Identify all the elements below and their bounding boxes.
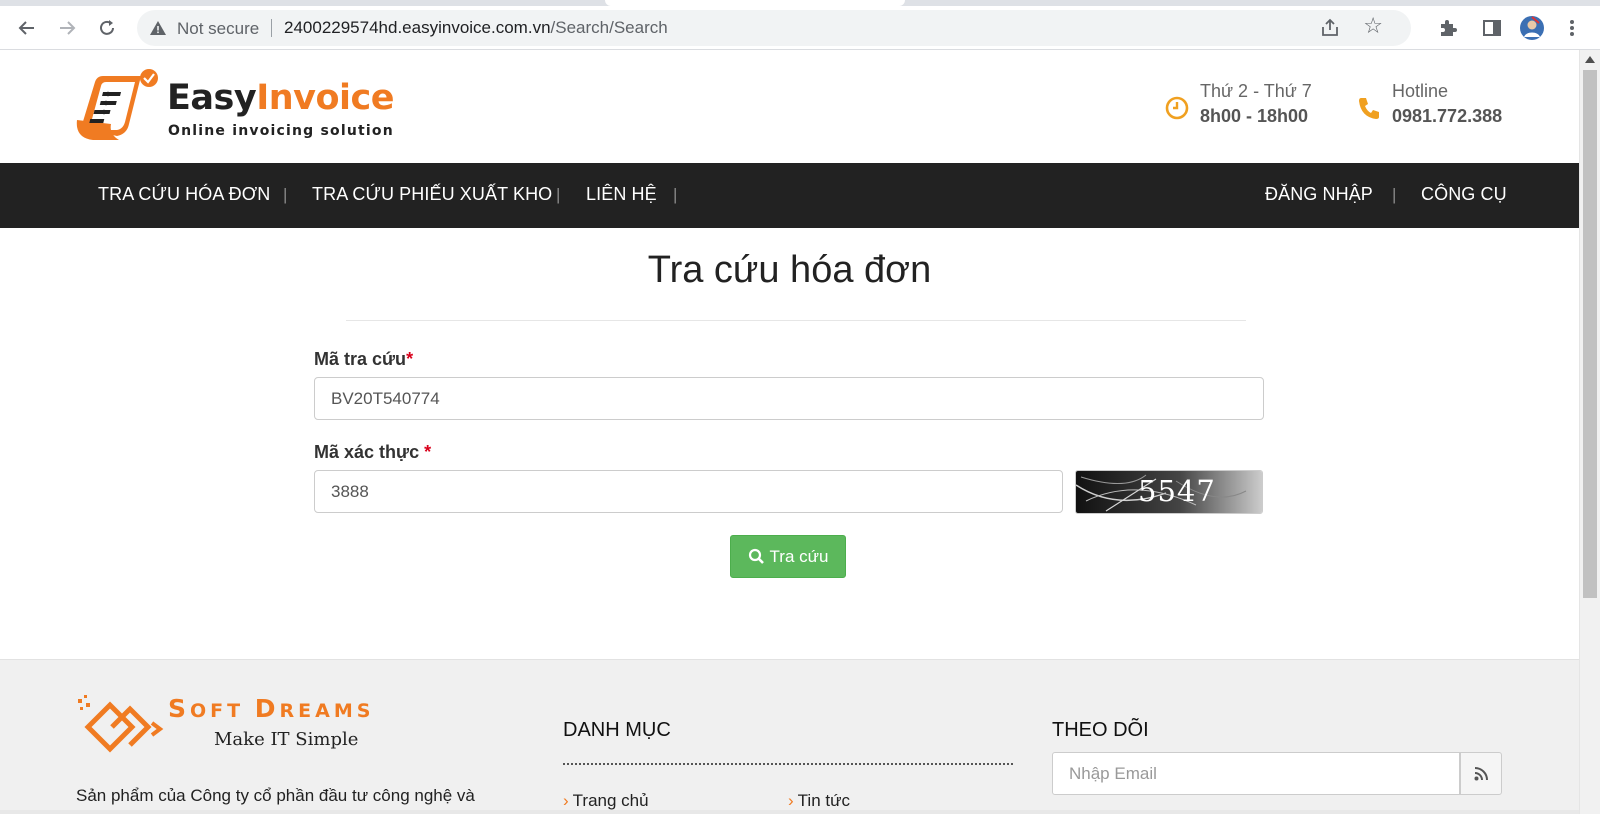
nav-separator: | — [556, 185, 561, 204]
hotline: Hotline 0981.772.388 — [1392, 79, 1502, 129]
nav-contact[interactable]: LIÊN HỆ — [586, 184, 657, 205]
follow-heading: THEO DÕI — [1052, 719, 1149, 741]
scroll-up-arrow-icon[interactable] — [1585, 56, 1595, 63]
search-icon — [748, 548, 764, 564]
forward-arrow-icon — [60, 21, 76, 35]
back-button[interactable] — [13, 14, 41, 42]
kebab-menu-icon — [1570, 20, 1574, 36]
nav-warehouse-lookup[interactable]: TRA CỨU PHIẾU XUẤT KHO — [312, 184, 552, 205]
brand-oft: OFT — [190, 700, 255, 722]
captcha-input[interactable]: 3888 — [314, 470, 1063, 513]
logo-tagline: Online invoicing solution — [168, 123, 394, 139]
logo-wordmark: EasyInvoice — [167, 78, 394, 118]
vertical-scrollbar[interactable] — [1579, 50, 1600, 814]
softdreams-logo-icon — [78, 695, 164, 753]
browser-menu-button[interactable] — [1558, 14, 1586, 42]
warning-triangle-icon — [150, 21, 166, 35]
captcha-label-text: Mã xác thực — [314, 442, 425, 462]
forward-button[interactable] — [53, 14, 81, 42]
category-divider — [563, 763, 1013, 765]
footer-link-news-label: Tin tức — [797, 791, 850, 810]
category-heading: DANH MỤC — [563, 719, 671, 741]
footer-link-home-label: Trang chủ — [572, 791, 649, 810]
url-host: 2400229574hd.easyinvoice.com.vn — [284, 18, 551, 37]
extensions-button[interactable] — [1434, 14, 1462, 42]
share-icon[interactable] — [1319, 18, 1341, 38]
newsletter-email-input[interactable]: Nhập Email — [1052, 752, 1460, 795]
hotline-label: Hotline — [1392, 81, 1449, 101]
working-hours: Thứ 2 - Thứ 7 8h00 - 18h00 — [1200, 79, 1312, 129]
search-button[interactable]: Tra cứu — [730, 535, 846, 578]
hours-value: 8h00 - 18h00 — [1200, 106, 1309, 126]
brand-s: S — [168, 694, 191, 723]
rss-icon — [1474, 766, 1488, 780]
nav-separator: | — [1392, 185, 1397, 204]
captcha-text: 5547 — [1138, 474, 1216, 508]
nav-separator: | — [283, 185, 288, 204]
phone-icon — [1359, 98, 1379, 119]
easyinvoice-logo[interactable]: EasyInvoice Online invoicing solution — [75, 68, 395, 144]
reload-button[interactable] — [93, 14, 121, 42]
softdreams-slogan: Make IT Simple — [214, 729, 359, 750]
brand-end: S — [356, 700, 375, 722]
lookup-code-label-text: Mã tra cứu — [314, 349, 407, 369]
hours-label: Thứ 2 - Thứ 7 — [1200, 81, 1312, 101]
address-bar[interactable]: Not secure 2400229574hd.easyinvoice.com.… — [137, 10, 1411, 46]
url-text[interactable]: 2400229574hd.easyinvoice.com.vn/Search/S… — [284, 18, 668, 38]
site-footer: SOFT DREAMS Make IT Simple Sản phẩm của … — [0, 659, 1579, 814]
reload-icon — [100, 20, 114, 35]
url-path: /Search/Search — [550, 18, 668, 37]
scrollbar-thumb[interactable] — [1583, 70, 1597, 598]
lookup-code-input[interactable]: BV20T540774 — [314, 377, 1264, 420]
footer-link-news[interactable]: › Tin tức — [788, 791, 850, 811]
footer-link-home[interactable]: › Trang chủ — [563, 791, 649, 811]
avatar-icon — [1520, 16, 1544, 40]
chevron-right-icon: › — [563, 791, 569, 810]
nav-invoice-lookup[interactable]: TRA CỨU HÓA ĐƠN — [98, 184, 270, 205]
company-description: Sản phẩm của Công ty cổ phần đầu tư công… — [76, 786, 475, 805]
back-arrow-icon — [18, 21, 34, 35]
side-panel-button[interactable] — [1478, 14, 1506, 42]
main-nav: TRA CỨU HÓA ĐƠN | TRA CỨU PHIẾU XUẤT KHO… — [0, 163, 1579, 228]
title-divider — [346, 320, 1246, 321]
nav-separator: | — [673, 185, 678, 204]
required-asterisk: * — [424, 442, 432, 462]
captcha-label: Mã xác thực * — [314, 442, 431, 463]
profile-button[interactable] — [1518, 14, 1546, 42]
nav-tools[interactable]: CÔNG CỤ — [1421, 184, 1507, 205]
logo-invoice: Invoice — [256, 78, 394, 118]
softdreams-logo[interactable]: SOFT DREAMS Make IT Simple — [76, 693, 396, 763]
clock-icon — [1165, 96, 1189, 120]
bookmark-star-icon[interactable]: ☆ — [1363, 16, 1383, 38]
horizontal-scrollbar[interactable] — [0, 810, 1579, 814]
brand-ream: REAM — [279, 700, 357, 722]
browser-toolbar: Not secure 2400229574hd.easyinvoice.com.… — [0, 6, 1600, 50]
security-status[interactable]: Not secure — [177, 19, 259, 39]
page-title: Tra cứu hóa đơn — [647, 249, 932, 291]
lookup-code-label: Mã tra cứu* — [314, 349, 413, 370]
omnibox-divider — [271, 19, 272, 37]
subscribe-button[interactable] — [1460, 752, 1502, 795]
softdreams-wordmark: SOFT DREAMS — [168, 694, 374, 723]
invoice-logo-icon — [76, 69, 158, 140]
hotline-number[interactable]: 0981.772.388 — [1392, 104, 1502, 129]
site-header: EasyInvoice Online invoicing solution Th… — [0, 51, 1579, 163]
captcha-image[interactable]: 5547 — [1075, 470, 1263, 514]
puzzle-icon — [1441, 20, 1457, 36]
chevron-right-icon: › — [788, 791, 794, 810]
side-panel-icon — [1483, 20, 1501, 36]
logo-easy: Easy — [167, 78, 257, 118]
brand-d: D — [254, 694, 280, 723]
search-button-label: Tra cứu — [769, 546, 829, 566]
nav-login[interactable]: ĐĂNG NHẬP — [1265, 184, 1373, 205]
required-asterisk: * — [406, 349, 414, 369]
